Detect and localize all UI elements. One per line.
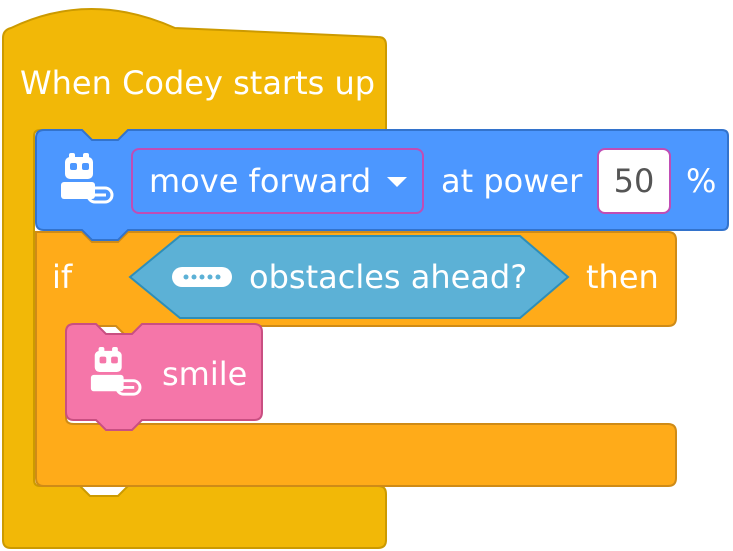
script-canvas: When Codey starts up move forward at pow… [0,0,733,551]
hat-block-label: When Codey starts up [20,64,376,102]
smile-label: smile [162,355,248,393]
if-label: if [52,258,73,296]
percent-label: % [686,162,717,200]
direction-dropdown-value: move forward [149,162,372,200]
direction-dropdown[interactable]: move forward [131,148,424,214]
power-input[interactable]: 50 [597,148,671,214]
dropdown-arrow-icon [387,177,407,187]
ultrasonic-sensor-icon [172,267,232,287]
at-power-label: at power [441,162,583,200]
codey-robot-icon [90,347,142,396]
condition-label: obstacles ahead? [249,258,528,296]
codey-robot-icon [61,153,114,204]
then-label: then [586,258,659,296]
